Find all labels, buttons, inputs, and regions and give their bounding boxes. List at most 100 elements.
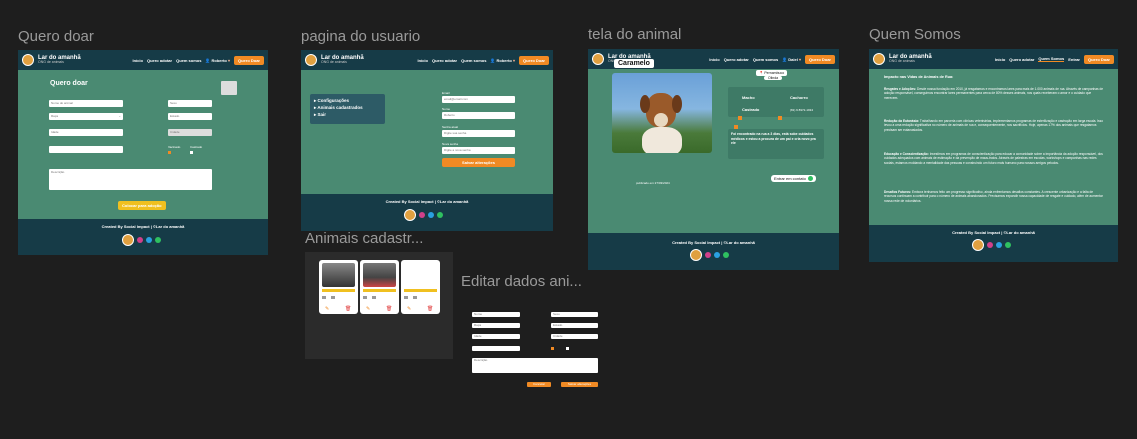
section-resgates: Resgates e Adoções: Desde nossa fundação…	[884, 87, 1104, 100]
paw-icon	[738, 116, 742, 120]
email-input[interactable]: email@email.com	[442, 96, 515, 103]
twitter-icon[interactable]	[714, 252, 720, 258]
edit-idade-input[interactable]: Idade	[472, 334, 520, 339]
nav-quero-adotar[interactable]: Quero adotar	[147, 58, 172, 63]
castrado-checkbox[interactable]	[190, 151, 193, 154]
castrado-checkbox[interactable]	[566, 347, 569, 350]
whatsapp-icon[interactable]	[155, 237, 161, 243]
animal-card[interactable]: ✎ 🗑	[401, 260, 440, 314]
nav-quero-adotar[interactable]: Quero adotar	[1009, 57, 1034, 62]
edit-icon[interactable]: ✎	[325, 306, 329, 312]
image-upload-box[interactable]	[221, 81, 237, 95]
delete-icon[interactable]: 🗑	[345, 306, 351, 312]
nome-animal-input[interactable]: Nome do animal	[49, 100, 123, 107]
logo-icon[interactable]	[873, 53, 885, 65]
brand-tagline: ONG de animais	[321, 60, 347, 65]
estado-select[interactable]: Estado	[168, 113, 212, 120]
brand-tagline: ONG de animais	[38, 60, 64, 65]
frame-title-animais-cadastrados: Animais cadastr...	[305, 230, 424, 247]
instagram-icon[interactable]	[137, 237, 143, 243]
section-educacao: Educação e Conscientização: Investimos e…	[884, 152, 1103, 165]
edit-cidade-input[interactable]: Cidade	[551, 334, 598, 339]
frame-title-quem-somos: Quem Somos	[869, 26, 961, 43]
edit-icon[interactable]: ✎	[407, 306, 411, 312]
quero-doar-button[interactable]: Quero Doar	[233, 55, 264, 65]
avatar	[972, 239, 984, 251]
edit-extra-input[interactable]	[472, 346, 520, 351]
nav-quero-adotar[interactable]: Quero adotar	[432, 58, 457, 63]
sexo-select[interactable]: Sexo	[168, 100, 212, 107]
quero-doar-button[interactable]: Quero Doar	[518, 55, 549, 65]
avatar	[690, 249, 702, 261]
social-links	[404, 209, 443, 221]
menu-sair[interactable]: ▸ Sair	[314, 111, 381, 118]
contact-button[interactable]: Entrar em contato	[771, 175, 816, 182]
cidade-input[interactable]: Cidade	[168, 129, 212, 136]
nav-inicio[interactable]: Início	[709, 57, 719, 62]
menu-configuracoes[interactable]: ▸ Configurações	[314, 97, 381, 104]
twitter-icon[interactable]	[996, 242, 1002, 248]
salvar-alteracoes-button[interactable]: Salvar alterações	[442, 158, 515, 167]
edit-sexo-input[interactable]: Sexo	[551, 312, 598, 317]
nome-input[interactable]: Roberto	[442, 112, 515, 119]
animal-card[interactable]: ✎ 🗑	[319, 260, 358, 314]
logo-icon[interactable]	[592, 53, 604, 65]
logo-icon[interactable]	[22, 54, 34, 66]
posted-date: publicado em 27/03/2024	[636, 181, 670, 185]
quero-doar-button[interactable]: Quero Doar	[1083, 54, 1114, 64]
instagram-icon[interactable]	[987, 242, 993, 248]
animal-card[interactable]: ✎ 🗑	[360, 260, 399, 314]
user-menu-panel: ▸ Configurações ▸ Animais cadastrados ▸ …	[310, 94, 385, 124]
frame-quero-doar: Lar do amanhã ONG de animais Início Quero…	[18, 50, 268, 255]
nav-user-menu[interactable]: 👤 Daiel ▾	[782, 57, 801, 62]
avatar	[404, 209, 416, 221]
nav-quem-somos[interactable]: Quem somos	[461, 58, 486, 63]
whatsapp-icon	[807, 176, 813, 181]
descricao-textarea[interactable]: Descrição	[49, 169, 212, 190]
edit-estado-input[interactable]: Estado	[551, 323, 598, 328]
delete-icon[interactable]: 🗑	[427, 306, 433, 312]
instagram-icon[interactable]	[705, 252, 711, 258]
nav-inicio[interactable]: Início	[418, 58, 428, 63]
animal-info-panel: Macho Cachorro Castrado (81) 9 8972-1934	[728, 87, 824, 117]
navbar: Lar do amanhãONG de animais Início Quero…	[301, 50, 553, 70]
edit-nome-input[interactable]: Nome	[472, 312, 520, 317]
nav-entrar[interactable]: Entrar	[1068, 57, 1080, 62]
frame-title-quero-doar: Quero doar	[18, 28, 94, 45]
nav-quem-somos[interactable]: Quem somos	[753, 57, 778, 62]
logo-icon[interactable]	[305, 54, 317, 66]
frame-title-tela-animal: tela do animal	[588, 26, 682, 43]
cancelar-button[interactable]: Cancelar	[527, 382, 551, 387]
edit-descricao-textarea[interactable]: Descrição	[472, 358, 598, 373]
nav-quem-somos[interactable]: Quem Somos	[1038, 56, 1065, 62]
nav-user-menu[interactable]: 👤 Roberto ▾	[205, 58, 230, 63]
twitter-icon[interactable]	[146, 237, 152, 243]
vacinado-checkbox[interactable]	[168, 151, 171, 154]
quero-doar-button[interactable]: Quero Doar	[804, 54, 835, 64]
nav-quem-somos[interactable]: Quem somos	[176, 58, 201, 63]
twitter-icon[interactable]	[428, 212, 434, 218]
edit-icon[interactable]: ✎	[366, 306, 370, 312]
nav-user-menu[interactable]: 👤 Roberto ▾	[490, 58, 515, 63]
senha-atual-label: Senha atual	[442, 125, 459, 129]
extra-input[interactable]	[49, 146, 123, 153]
delete-icon[interactable]: 🗑	[386, 306, 392, 312]
senha-atual-input[interactable]: Digite sua senha	[442, 130, 515, 137]
nav-inicio[interactable]: Início	[133, 58, 143, 63]
whatsapp-icon[interactable]	[1005, 242, 1011, 248]
vacinado-checkbox[interactable]	[551, 347, 554, 350]
whatsapp-icon[interactable]	[723, 252, 729, 258]
instagram-icon[interactable]	[419, 212, 425, 218]
colocar-adocao-button[interactable]: Colocar para adoção	[118, 201, 166, 210]
idade-input[interactable]: Idade	[49, 129, 123, 136]
frame-tela-animal: Lar do amanhãONG de animais Início Quero…	[588, 49, 839, 270]
salvar-alteracoes-button[interactable]: Salvar alterações	[561, 382, 598, 387]
menu-animais-cadastrados[interactable]: ▸ Animais cadastrados	[314, 104, 381, 111]
nav-inicio[interactable]: Início	[995, 57, 1005, 62]
raca-input[interactable]: Raça ⌄	[49, 113, 123, 120]
nav-quero-adotar[interactable]: Quero adotar	[724, 57, 749, 62]
edit-raca-input[interactable]: Raça	[472, 323, 520, 328]
whatsapp-icon[interactable]	[437, 212, 443, 218]
nova-senha-input[interactable]: Digite a nova senha	[442, 147, 515, 154]
frame-editar-dados: Nome Sexo Raça Estado Idade Cidade Descr…	[461, 300, 611, 395]
